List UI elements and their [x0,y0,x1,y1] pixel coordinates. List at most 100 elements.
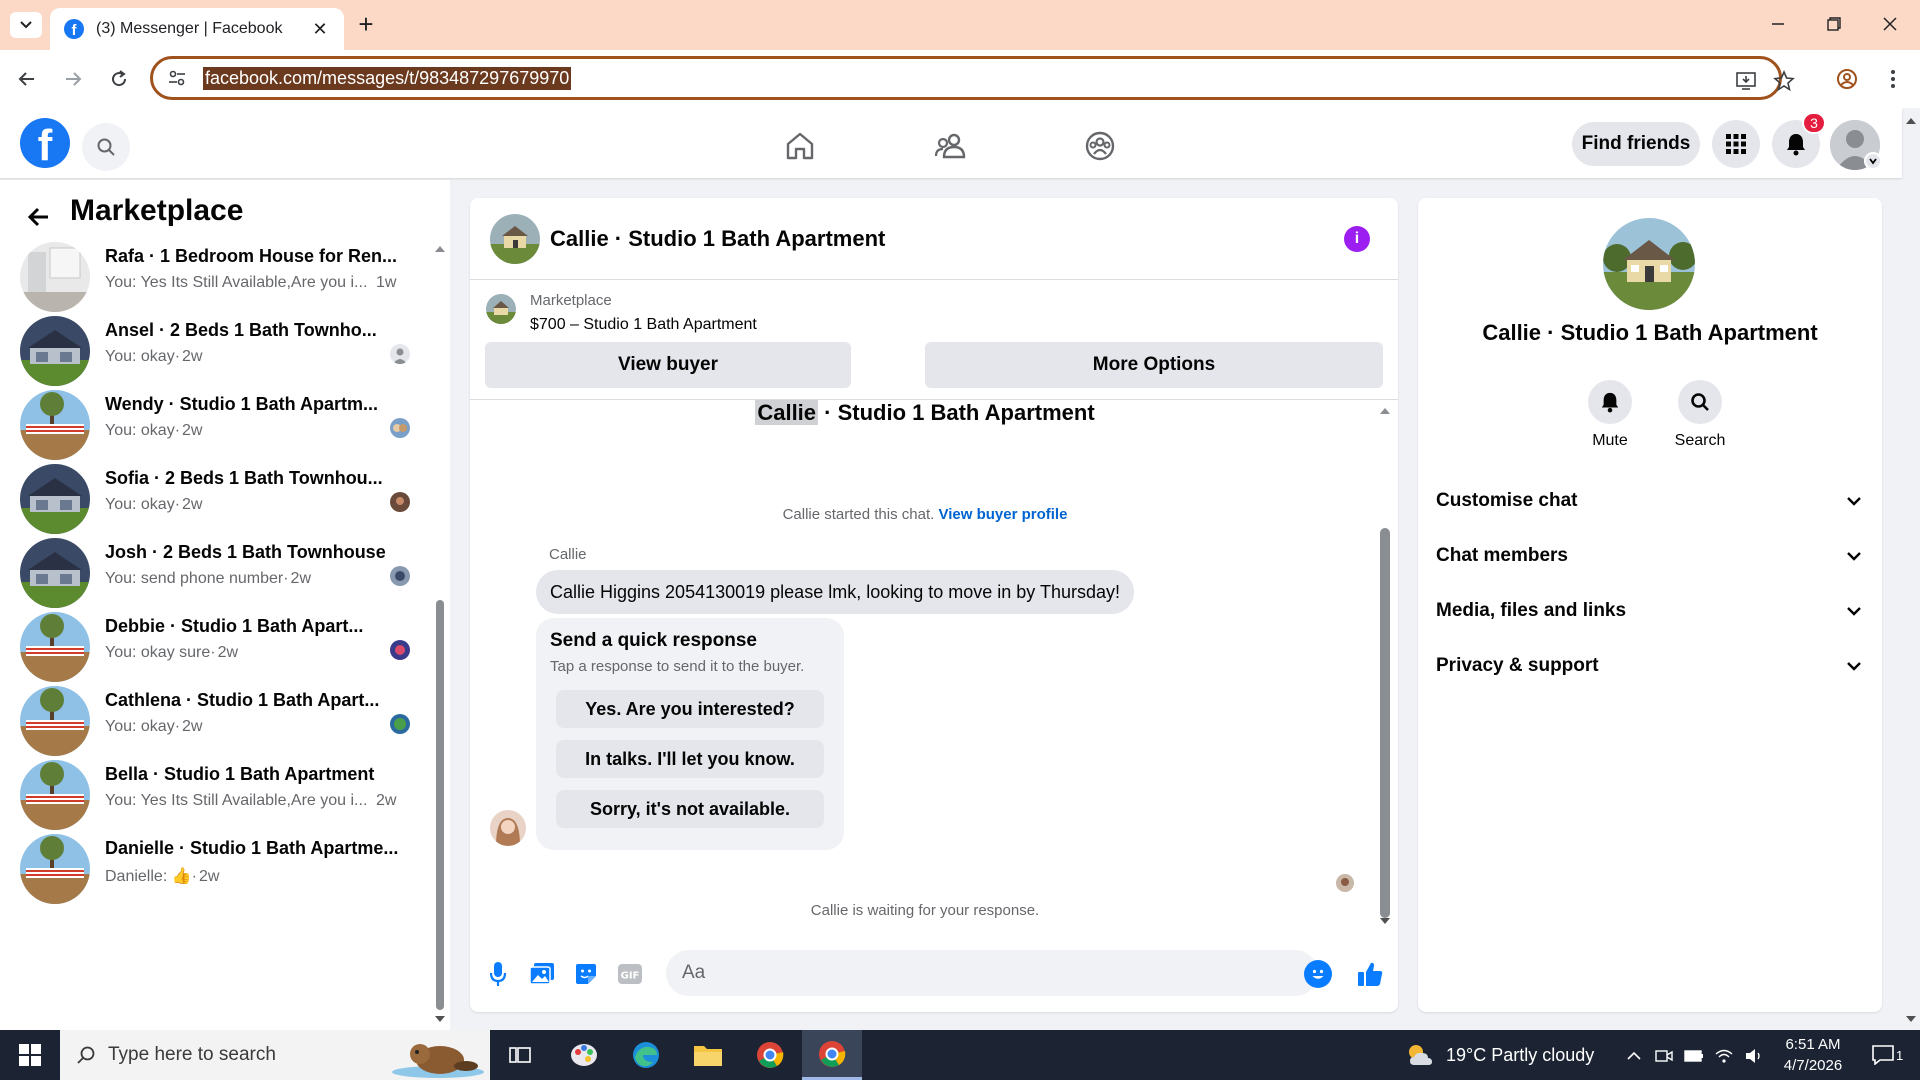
chat-item-time: 2w [376,792,397,809]
install-app-icon[interactable] [1733,68,1759,94]
start-button[interactable] [0,1030,60,1080]
quick-response-unavailable-button[interactable]: Sorry, it's not available. [556,790,824,828]
chat-item-time: 2w [217,644,239,661]
message-scroll-up-icon[interactable] [1378,406,1392,416]
chat-members-row[interactable]: Chat members [1436,536,1864,576]
restore-button[interactable] [1814,8,1854,40]
chat-item-preview-line: You: okay· 2w [105,422,202,440]
mute-action[interactable]: Mute [1570,380,1650,450]
chat-item-preview: You: okay sure [105,644,211,661]
weather-text: 19°C Partly cloudy [1446,1044,1595,1065]
reload-button[interactable] [104,64,134,94]
tab-search-button[interactable] [10,12,42,38]
account-caret-icon[interactable] [1864,152,1882,170]
close-window-button[interactable] [1870,8,1910,40]
listing-thumbnail [20,834,90,904]
site-info-icon[interactable] [165,66,189,90]
chat-item-preview: You: Yes Its Still Available,Are you i..… [105,792,368,809]
profile-menu-button[interactable] [1832,64,1862,94]
meet-now-icon[interactable] [1654,1046,1674,1066]
customise-chat-row[interactable]: Customise chat [1436,481,1864,521]
svg-text:GIF: GIF [621,971,640,982]
quick-response-yes-button[interactable]: Yes. Are you interested? [556,690,824,728]
wifi-icon[interactable] [1714,1046,1734,1066]
chat-item-preview: You: okay [105,422,175,439]
page-scroll-up-icon[interactable] [1904,114,1918,128]
chat-item-title: Bella · Studio 1 Bath Apartment [105,764,375,784]
bookmark-star-icon[interactable] [1771,68,1797,94]
info-icon[interactable]: i [1344,226,1370,252]
back-button[interactable] [12,64,42,94]
chat-item-time: 2w [182,422,203,439]
quick-response-talks-button[interactable]: In talks. I'll let you know. [556,740,824,778]
address-bar[interactable]: facebook.com/messages/t/983487297679970 [150,56,1795,100]
chrome-icon [819,1040,846,1067]
back-arrow-button[interactable] [24,202,54,232]
battery-icon[interactable] [1684,1046,1704,1066]
search-icon [1678,380,1722,424]
show-hidden-icons[interactable] [1624,1046,1644,1066]
chat-list-item[interactable]: Danielle · Studio 1 Bath Apartme... Danie… [0,818,430,908]
waiting-notice: Callie is waiting for your response. [810,902,1040,919]
quick-response-subtitle: Tap a response to send it to the buyer. [550,658,805,675]
friends-icon [934,133,966,159]
message-scroll-thumb[interactable] [1380,528,1390,918]
groups-nav-button[interactable] [1080,126,1120,166]
info-avatar[interactable] [1603,218,1695,310]
home-nav-button[interactable] [780,126,820,166]
photo-icon[interactable] [528,960,556,988]
chevron-down-icon [1844,656,1864,676]
browser-menu-button[interactable] [1878,64,1908,94]
sticker-icon[interactable] [572,960,600,988]
message-scroll-down-icon[interactable] [1378,916,1392,926]
chat-bubble-icon [1872,1045,1894,1065]
new-tab-button[interactable]: + [352,9,380,39]
taskbar-app-file-explorer[interactable] [678,1030,738,1080]
browser-tab-messenger[interactable]: f (3) Messenger | Facebook ✕ [50,8,344,50]
arrow-right-icon [66,72,82,86]
search-action[interactable]: Search [1660,380,1740,450]
microphone-icon[interactable] [484,960,512,988]
message-input[interactable]: Aa [666,950,1318,996]
menu-button[interactable] [1712,120,1760,168]
gif-icon[interactable]: GIF [616,960,644,988]
chat-title[interactable]: Callie · Studio 1 Bath Apartment [550,226,885,252]
taskbar-app-paint[interactable] [554,1030,614,1080]
privacy-support-row[interactable]: Privacy & support [1436,646,1864,686]
close-tab-icon[interactable]: ✕ [310,19,330,40]
taskbar-app-chrome-gmail[interactable] [740,1030,800,1080]
chat-avatar[interactable] [490,214,540,264]
minimize-button[interactable] [1758,8,1798,40]
notification-center-button[interactable]: 1 [1872,1042,1912,1068]
chat-item-title: Danielle · Studio 1 Bath Apartme... [105,838,399,858]
facebook-search-button[interactable] [82,123,130,171]
volume-icon[interactable] [1744,1046,1764,1066]
page-scroll-down-icon[interactable] [1904,1012,1918,1026]
incoming-message-bubble[interactable]: Callie Higgins 2054130019 please lmk, lo… [536,570,1134,614]
view-buyer-button[interactable]: View buyer [485,342,851,388]
chat-item-time: 2w [182,348,203,365]
friends-nav-button[interactable] [930,126,970,166]
taskbar-app-chrome-active[interactable] [802,1030,862,1080]
chat-item-preview: Danielle: 👍 [105,868,192,885]
emoji-icon[interactable] [1304,960,1332,988]
taskbar-weather[interactable]: 19°C Partly cloudy [1404,1030,1594,1080]
highlighted-name: Callie [755,400,819,425]
facebook-logo-icon[interactable]: f [20,118,70,168]
taskbar-app-edge[interactable] [616,1030,676,1080]
url-text[interactable]: facebook.com/messages/t/983487297679970 [203,66,572,90]
info-title: Callie · Studio 1 Bath Apartment [1482,320,1818,345]
media-files-links-row[interactable]: Media, files and links [1436,591,1864,631]
taskbar-search-box[interactable]: Type here to search [60,1030,490,1080]
more-options-button[interactable]: More Options [925,342,1383,388]
arrow-left-icon [27,207,48,227]
sidebar-scroll-thumb[interactable] [436,600,444,1010]
taskbar-clock[interactable]: 6:51 AM 4/7/2026 [1768,1034,1858,1076]
find-friends-button[interactable]: Find friends [1572,122,1700,166]
thumbs-up-icon[interactable] [1356,960,1384,988]
sender-avatar[interactable] [490,810,526,846]
task-view-button[interactable] [490,1030,550,1080]
forward-button[interactable] [58,64,88,94]
view-buyer-profile-link[interactable]: View buyer profile [938,506,1067,523]
listing-price-title[interactable]: $700 – Studio 1 Bath Apartment [530,316,757,334]
